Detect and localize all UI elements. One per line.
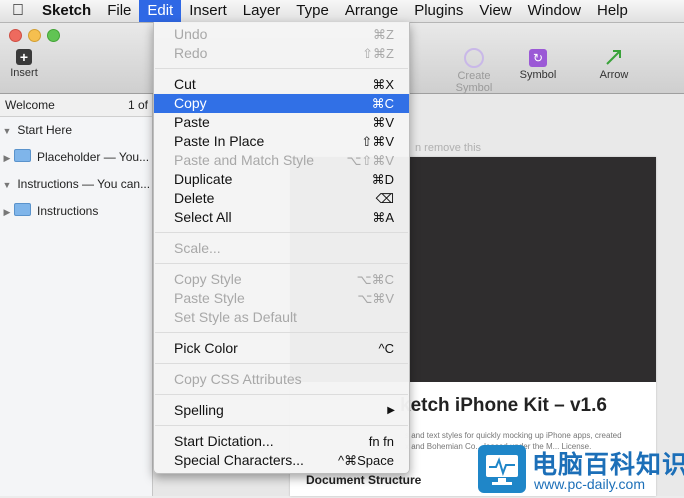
menu-view[interactable]: View xyxy=(471,0,519,22)
menu-item-duplicate[interactable]: Duplicate ⌘D xyxy=(154,170,409,189)
menu-item-paste-and-match-style: Paste and Match Style ⌥⇧⌘V xyxy=(174,152,394,168)
menu-help[interactable]: Help xyxy=(589,0,636,22)
menu-separator xyxy=(155,263,408,264)
arrow-icon xyxy=(606,50,621,65)
menu-item-undo: Undo ⌘Z xyxy=(174,26,394,42)
menu-item-delete[interactable]: Delete ⌫ xyxy=(154,189,409,208)
window-controls xyxy=(9,29,60,42)
watermark-url: www.pc-daily.com xyxy=(534,476,645,492)
create-symbol-label: Create Symbol xyxy=(455,70,493,94)
artboard-description-line-1: s and text styles for quickly mocking up… xyxy=(405,431,622,440)
menu-item-copy[interactable]: Copy ⌘C xyxy=(154,94,409,113)
menu-separator xyxy=(155,363,408,364)
watermark: 电脑百科知识 www.pc-daily.com xyxy=(474,441,684,496)
menu-item-special-characters[interactable]: Special Characters... ^⌘Space xyxy=(154,451,409,470)
disclosure-open-icon[interactable]: ▼ xyxy=(0,118,14,144)
symbol-label: Symbol xyxy=(519,69,557,81)
menu-item-spelling[interactable]: Spelling ▶ xyxy=(154,401,409,420)
arrow-label: Arrow xyxy=(599,69,629,81)
plus-icon: + xyxy=(16,49,32,65)
menu-insert[interactable]: Insert xyxy=(181,0,235,22)
menu-separator xyxy=(155,68,408,69)
monitor-icon xyxy=(486,455,518,485)
menu-item-copy-css-attributes: Copy CSS Attributes xyxy=(174,371,302,387)
menu-item-redo: Redo ⇧⌘Z xyxy=(174,45,394,61)
page-selector[interactable]: Welcome 1 of xyxy=(0,94,152,117)
delete-key-icon: ⌫ xyxy=(375,191,394,206)
menu-item-select-all[interactable]: Select All ⌘A xyxy=(154,208,409,227)
menu-item-set-style-as-default: Set Style as Default xyxy=(174,309,297,325)
menu-layer[interactable]: Layer xyxy=(235,0,289,22)
page-count: 1 of xyxy=(127,98,148,112)
symbol-icon: ↻ xyxy=(529,49,547,67)
layer-label: Instructions — You can... xyxy=(17,177,151,191)
menu-arrange[interactable]: Arrange xyxy=(337,0,406,22)
minimize-window-button[interactable] xyxy=(28,29,41,42)
folder-icon xyxy=(14,203,31,216)
symbol-button[interactable]: ↻ Symbol xyxy=(516,49,560,81)
create-symbol-icon xyxy=(464,48,484,68)
layer-row-instructions[interactable]: ▶ Instructions xyxy=(0,198,152,225)
menu-separator xyxy=(155,425,408,426)
layer-row-placeholder[interactable]: ▶ Placeholder — You... xyxy=(0,144,152,171)
layer-row-instructions-group[interactable]: ▼ Instructions — You can... xyxy=(0,171,152,198)
menu-item-start-dictation[interactable]: Start Dictation... fn fn xyxy=(154,432,409,451)
menu-item-scale: Scale... xyxy=(174,240,221,256)
menu-separator xyxy=(155,232,408,233)
layers-sidebar: Welcome 1 of ▼ Start Here ▶ Placeholder —… xyxy=(0,94,153,496)
menu-item-pick-color[interactable]: Pick Color ^C xyxy=(154,339,409,358)
page-name: Welcome xyxy=(5,98,55,112)
menu-item-paste[interactable]: Paste ⌘V xyxy=(154,113,409,132)
document-structure-heading: Document Structure xyxy=(306,473,422,487)
menu-edit[interactable]: Edit xyxy=(139,0,182,22)
menu-item-paste-style: Paste Style ⌥⌘V xyxy=(174,290,394,306)
menu-app-sketch[interactable]: Sketch xyxy=(36,0,99,22)
close-window-button[interactable] xyxy=(9,29,22,42)
menu-window[interactable]: Window xyxy=(520,0,589,22)
menu-type[interactable]: Type xyxy=(288,0,337,22)
layer-row-start-here[interactable]: ▼ Start Here xyxy=(0,117,152,144)
menu-separator xyxy=(155,332,408,333)
disclosure-open-icon[interactable]: ▼ xyxy=(0,172,14,198)
menu-separator xyxy=(155,394,408,395)
disclosure-closed-icon[interactable]: ▶ xyxy=(0,145,14,171)
edit-menu-dropdown: Undo ⌘Z Redo ⇧⌘Z Cut ⌘X Copy ⌘C Paste ⌘V Past… xyxy=(153,22,410,474)
zoom-window-button[interactable] xyxy=(47,29,60,42)
menu-bar:  Sketch File Edit Insert Layer Type Arr… xyxy=(0,0,684,23)
apple-menu-icon[interactable]:  xyxy=(0,2,36,20)
layer-label: Instructions xyxy=(37,204,99,218)
submenu-arrow-icon: ▶ xyxy=(387,405,395,416)
menu-item-cut[interactable]: Cut ⌘X xyxy=(154,75,409,94)
watermark-logo-icon xyxy=(478,445,526,493)
canvas-hint-text: n remove this xyxy=(415,142,482,154)
arrow-button[interactable]: Arrow xyxy=(596,47,632,81)
menu-file[interactable]: File xyxy=(99,0,139,22)
artboard-title: ketch iPhone Kit – v1.6 xyxy=(400,395,607,416)
menu-plugins[interactable]: Plugins xyxy=(406,0,471,22)
create-symbol-button[interactable]: Create Symbol xyxy=(438,48,510,94)
insert-label: Insert xyxy=(10,67,38,79)
layer-label: Placeholder — You... xyxy=(37,150,150,164)
insert-button[interactable]: + Insert xyxy=(6,49,42,79)
menu-item-copy-style: Copy Style ⌥⌘C xyxy=(174,271,394,287)
disclosure-closed-icon[interactable]: ▶ xyxy=(0,199,14,225)
folder-icon xyxy=(14,149,31,162)
menu-item-paste-in-place[interactable]: Paste In Place ⇧⌘V xyxy=(154,132,409,151)
layer-label: Start Here xyxy=(17,123,73,137)
